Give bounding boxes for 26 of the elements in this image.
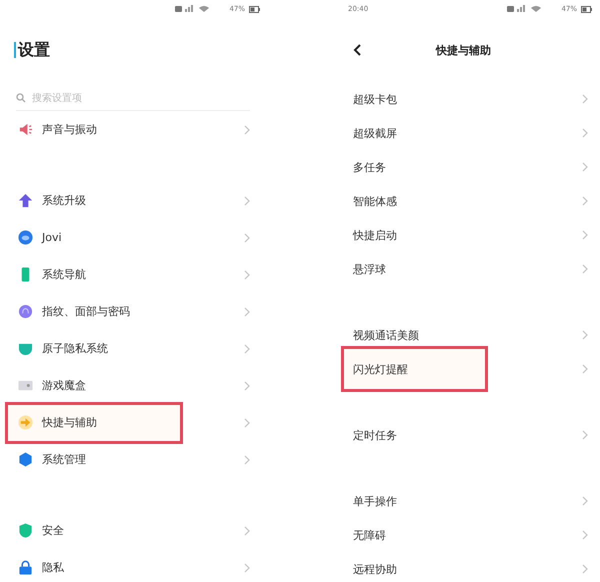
item-label[interactable]: 悬浮球 [353,262,386,276]
item-label[interactable]: 快捷启动 [353,228,397,242]
item-label[interactable]: 隐私 [42,560,64,575]
item-label[interactable]: 多任务 [353,160,386,174]
item-label[interactable]: 指纹、面部与密码 [42,304,130,319]
item-label[interactable]: 系统管理 [42,452,86,467]
page-title: 设置 [18,40,50,60]
search-field[interactable]: 搜索设置项 [32,92,250,104]
item-label[interactable]: 系统升级 [42,193,86,208]
item-label[interactable]: 超级截屏 [353,126,397,140]
item-label[interactable]: 无障碍 [353,528,386,542]
item-label[interactable]: 安全 [42,523,64,538]
item-label[interactable]: 远程协助 [353,562,397,576]
item-label[interactable]: Jovi [42,231,62,244]
item-label[interactable]: 快捷与辅助 [42,415,97,430]
item-label[interactable]: 视频通话美颜 [353,328,419,342]
item-label[interactable]: 原子隐私系统 [42,341,108,356]
item-label[interactable]: 超级卡包 [353,92,397,106]
item-label[interactable]: 闪光灯提醒 [353,362,408,376]
item-label[interactable]: 智能体感 [353,194,397,208]
page-title: 快捷与辅助 [436,42,491,58]
item-label[interactable]: 游戏魔盒 [42,378,86,393]
item-label[interactable]: 声音与振动 [42,122,97,137]
item-label[interactable]: 系统导航 [42,267,86,282]
item-label[interactable]: 单手操作 [353,494,397,508]
item-label[interactable]: 定时任务 [353,428,397,442]
